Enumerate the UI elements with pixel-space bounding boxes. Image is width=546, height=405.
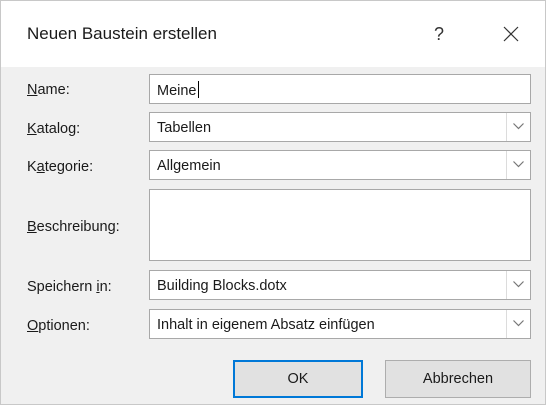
kategorie-select-value: Allgemein <box>157 158 221 174</box>
create-building-block-dialog: Neuen Baustein erstellen ? Name: Meine K… <box>0 0 546 405</box>
ok-button[interactable]: OK <box>233 360 363 398</box>
kategorie-select[interactable]: Allgemein <box>149 150 531 180</box>
help-button[interactable]: ? <box>421 19 457 49</box>
dialog-title: Neuen Baustein erstellen <box>27 24 217 43</box>
optionen-dropdown-button[interactable] <box>506 310 530 338</box>
beschreibung-label: Beschreibung: <box>27 219 120 235</box>
chevron-down-icon <box>513 281 524 288</box>
close-icon <box>503 26 519 42</box>
speichern-dropdown-button[interactable] <box>506 271 530 299</box>
speichern-select-value: Building Blocks.dotx <box>157 278 287 294</box>
text-cursor <box>197 81 199 98</box>
katalog-select-value: Tabellen <box>157 120 212 136</box>
speichern-select[interactable]: Building Blocks.dotx <box>149 270 531 300</box>
katalog-select[interactable]: Tabellen <box>149 112 531 142</box>
kategorie-label: Kategorie: <box>27 159 94 175</box>
speichern-label: Speichern in: <box>27 279 112 295</box>
title-bar: Neuen Baustein erstellen ? <box>1 1 545 67</box>
katalog-label: Katalog: <box>27 121 81 137</box>
optionen-select-value: Inhalt in eigenem Absatz einfügen <box>157 317 375 333</box>
optionen-select[interactable]: Inhalt in eigenem Absatz einfügen <box>149 309 531 339</box>
name-input-value: Meine <box>157 83 197 99</box>
name-label: Name: <box>27 82 70 98</box>
katalog-dropdown-button[interactable] <box>506 113 530 141</box>
name-input[interactable]: Meine <box>149 74 531 104</box>
chevron-down-icon <box>513 320 524 327</box>
chevron-down-icon <box>513 161 524 168</box>
chevron-down-icon <box>513 123 524 130</box>
optionen-label: Optionen: <box>27 318 90 334</box>
close-button[interactable] <box>493 17 529 51</box>
kategorie-dropdown-button[interactable] <box>506 151 530 179</box>
beschreibung-textarea[interactable] <box>149 189 531 261</box>
cancel-button[interactable]: Abbrechen <box>385 360 531 398</box>
